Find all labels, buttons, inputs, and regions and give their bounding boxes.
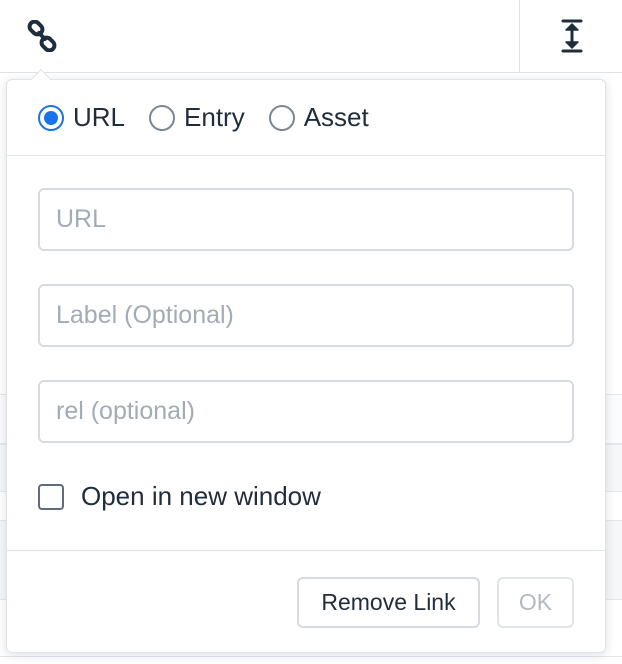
link-icon bbox=[27, 20, 57, 52]
open-new-window-option[interactable]: Open in new window bbox=[38, 481, 321, 512]
link-popover: URL Entry Asset Open in new window Remov… bbox=[6, 69, 606, 653]
link-type-asset-label: Asset bbox=[303, 102, 369, 132]
vertical-resize-icon bbox=[561, 19, 583, 53]
editor-toolbar bbox=[0, 0, 622, 73]
link-type-radio-group: URL Entry Asset bbox=[7, 80, 605, 156]
link-type-entry-radio[interactable] bbox=[149, 104, 176, 131]
link-toolbar-button[interactable] bbox=[6, 0, 78, 72]
editor-background-divider bbox=[0, 656, 622, 657]
open-new-window-label: Open in new window bbox=[81, 481, 321, 511]
link-type-url-label: URL bbox=[73, 102, 126, 132]
link-type-asset-radio[interactable] bbox=[268, 104, 295, 131]
link-type-url-radio[interactable] bbox=[38, 104, 64, 131]
open-new-window-checkbox[interactable] bbox=[38, 483, 64, 510]
link-type-asset-option[interactable]: Asset bbox=[268, 102, 369, 133]
editor-stage: URL Entry Asset Open in new window Remov… bbox=[0, 0, 622, 664]
link-type-entry-option[interactable]: Entry bbox=[149, 102, 245, 133]
label-input[interactable] bbox=[38, 284, 574, 347]
height-toolbar-button[interactable] bbox=[536, 0, 608, 72]
ok-button[interactable]: OK bbox=[497, 577, 574, 628]
toolbar-divider bbox=[519, 0, 520, 72]
popover-footer: Remove Link OK bbox=[7, 550, 605, 652]
link-type-url-option[interactable]: URL bbox=[38, 102, 125, 133]
remove-link-button[interactable]: Remove Link bbox=[297, 577, 480, 628]
url-input[interactable] bbox=[38, 188, 574, 251]
rel-input[interactable] bbox=[38, 380, 574, 443]
link-type-entry-label: Entry bbox=[184, 102, 245, 132]
